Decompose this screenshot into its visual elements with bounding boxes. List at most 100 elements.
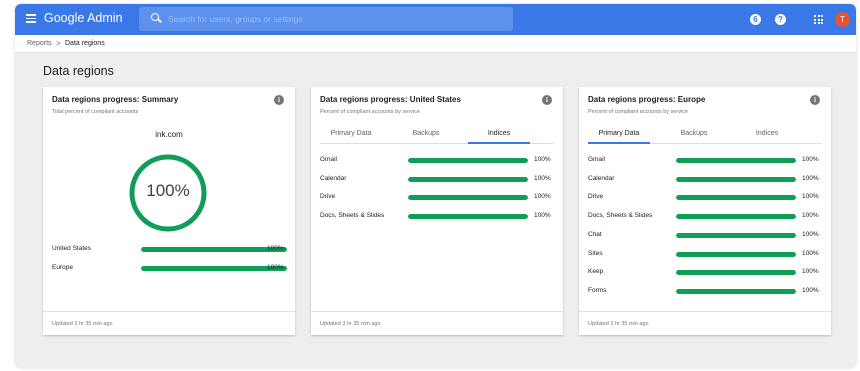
row-drive: Drive 100% xyxy=(311,191,563,203)
row-value: 100% xyxy=(802,174,819,182)
progress-bar-fill xyxy=(676,158,796,163)
tab-backups[interactable]: Backups xyxy=(395,127,457,144)
progress-bar-fill xyxy=(408,214,528,220)
progress-bar xyxy=(676,251,796,257)
updated-timestamp: Updated 3 hr 35 min ago xyxy=(588,321,649,327)
card-subtitle: Percent of compliant accounts by service xyxy=(588,109,688,115)
app-brand[interactable]: Google Admin xyxy=(44,11,123,25)
progress-bar xyxy=(408,158,528,163)
progress-bar xyxy=(676,176,796,182)
progress-bar xyxy=(676,270,796,276)
progress-bar-fill xyxy=(676,251,796,257)
progress-bar xyxy=(676,232,796,238)
progress-bar-fill xyxy=(676,195,796,201)
progress-bar xyxy=(141,247,287,252)
progress-bar-fill xyxy=(676,232,796,238)
row-value: 100% xyxy=(802,230,819,238)
breadcrumb-reports-link[interactable]: Reports xyxy=(27,40,52,47)
row-value: 100% xyxy=(802,286,819,294)
menu-icon[interactable] xyxy=(26,14,36,23)
domain-name: ink.com xyxy=(155,130,183,139)
row-docs-sheets-slides: Docs, Sheets & Slides 100% xyxy=(579,210,831,222)
row-label: Docs, Sheets & Slides xyxy=(320,212,385,220)
progress-bar-fill xyxy=(408,176,528,182)
avatar[interactable]: T xyxy=(835,12,850,27)
progress-bar xyxy=(408,195,528,201)
row-docs-sheets-slides: Docs, Sheets & Slides 100% xyxy=(311,210,563,222)
page-title: Data regions xyxy=(43,64,114,78)
tab-backups[interactable]: Backups xyxy=(663,127,725,144)
app-window: Google Admin 6 ? T Reports > Data region… xyxy=(15,4,856,368)
card-subtitle: Percent of compliant accounts by service xyxy=(320,109,420,115)
updated-timestamp: Updated 3 hr 35 min ago xyxy=(320,321,381,327)
row-calendar: Calendar 100% xyxy=(311,173,563,185)
help-icon[interactable]: ? xyxy=(775,14,786,25)
card-subtitle: Total percent of compliant accounts xyxy=(52,109,139,115)
top-app-bar: Google Admin 6 ? T xyxy=(15,4,856,35)
progress-bar-fill xyxy=(676,176,796,182)
row-label: Docs, Sheets & Slides xyxy=(588,212,653,220)
search-input[interactable] xyxy=(168,11,498,27)
row-value: 100% xyxy=(534,193,551,201)
row-label: Drive xyxy=(320,193,336,201)
tab-indices[interactable]: Indices xyxy=(468,127,530,144)
row-value: 100% xyxy=(534,156,551,163)
card-title: Data regions progress: Summary xyxy=(52,95,179,104)
breadcrumb-separator: > xyxy=(56,39,61,48)
updated-timestamp: Updated 3 hr 35 min ago xyxy=(52,321,113,327)
row-label: Gmail xyxy=(588,156,605,163)
row-label: Sites xyxy=(588,249,603,257)
row-united-states: United States 100% xyxy=(43,243,295,255)
row-value: 100% xyxy=(802,268,819,276)
row-value: 100% xyxy=(267,245,284,252)
progress-bar xyxy=(141,266,287,271)
row-label: Gmail xyxy=(320,156,337,163)
card-footer: Updated 3 hr 35 min ago xyxy=(43,311,295,335)
search-icon xyxy=(151,13,159,21)
row-label: Calendar xyxy=(320,174,347,182)
apps-grid-icon[interactable] xyxy=(814,15,823,24)
row-label: Chat xyxy=(588,230,602,238)
info-icon[interactable]: i xyxy=(810,95,820,105)
progress-bar-fill xyxy=(408,158,528,163)
progress-bar-fill xyxy=(676,214,796,220)
row-chat: Chat 100% xyxy=(579,229,831,241)
row-label: Europe xyxy=(52,264,73,271)
info-icon[interactable]: i xyxy=(274,95,284,105)
progress-bar-fill xyxy=(676,270,796,276)
united-states-card: Data regions progress: United States Per… xyxy=(311,87,563,335)
service-tabs: Primary Data Backups Indices xyxy=(588,127,822,144)
row-label: Drive xyxy=(588,193,604,201)
row-sites: Sites 100% xyxy=(579,248,831,260)
tab-primary-data[interactable]: Primary Data xyxy=(320,127,382,144)
card-title: Data regions progress: Europe xyxy=(588,95,706,104)
info-icon[interactable]: i xyxy=(542,95,552,105)
progress-bar xyxy=(676,288,796,294)
row-label: Keep xyxy=(588,268,604,276)
row-calendar: Calendar 100% xyxy=(579,173,831,185)
progress-bar-fill xyxy=(676,288,796,294)
tab-primary-data[interactable]: Primary Data xyxy=(588,127,650,144)
row-europe: Europe 100% xyxy=(43,262,295,274)
search-box[interactable] xyxy=(139,7,513,31)
progress-bar-fill xyxy=(141,266,287,271)
row-value: 100% xyxy=(802,249,819,257)
summary-card: Data regions progress: Summary Total per… xyxy=(43,87,295,335)
row-value: 100% xyxy=(267,264,284,271)
row-forms: Forms 100% xyxy=(579,285,831,297)
progress-bar xyxy=(408,176,528,182)
tab-indices[interactable]: Indices xyxy=(736,127,798,144)
progress-bar-fill xyxy=(408,195,528,201)
progress-bar xyxy=(676,158,796,163)
row-label: Forms xyxy=(588,286,607,294)
row-value: 100% xyxy=(802,212,819,220)
card-footer: Updated 3 hr 35 min ago xyxy=(311,311,563,335)
row-gmail: Gmail 100% xyxy=(311,154,563,166)
card-title: Data regions progress: United States xyxy=(320,95,461,104)
row-value: 100% xyxy=(534,174,551,182)
service-tabs: Primary Data Backups Indices xyxy=(320,127,554,144)
overall-percentage: 100% xyxy=(146,181,190,200)
notifications-icon[interactable]: 6 xyxy=(750,14,761,25)
europe-card: Data regions progress: Europe Percent of… xyxy=(579,87,831,335)
breadcrumb-current: Data regions xyxy=(65,40,105,47)
